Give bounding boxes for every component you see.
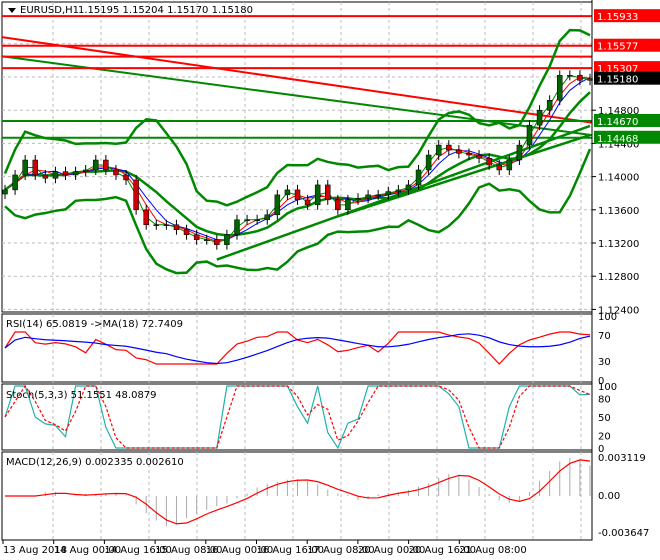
level-tag-label: 1.15933 bbox=[597, 12, 638, 23]
candle bbox=[546, 100, 553, 111]
candle bbox=[294, 189, 301, 201]
level-tag-label: 1.15180 bbox=[597, 75, 638, 86]
price-tick-label: 1.14000 bbox=[598, 173, 639, 184]
candle bbox=[103, 159, 109, 171]
candle bbox=[325, 184, 331, 201]
chart-canvas[interactable]: 1.124001.128001.132001.136001.140001.144… bbox=[0, 0, 660, 560]
candle bbox=[425, 154, 432, 171]
candle bbox=[2, 189, 8, 195]
candle bbox=[52, 171, 59, 179]
macd-tick-label: -0.003647 bbox=[598, 528, 649, 539]
candle bbox=[133, 179, 139, 211]
candle bbox=[526, 124, 533, 146]
candle bbox=[113, 169, 119, 176]
price-tick-label: 1.13600 bbox=[598, 206, 639, 217]
stoch-tick-label: 50 bbox=[598, 413, 611, 424]
candle bbox=[567, 75, 573, 77]
candle bbox=[183, 229, 190, 235]
candle bbox=[72, 171, 79, 176]
candle bbox=[405, 184, 412, 191]
candle bbox=[214, 239, 220, 245]
candle bbox=[516, 144, 523, 161]
candle bbox=[335, 199, 341, 211]
stoch-tick-label: 100 bbox=[598, 382, 617, 393]
candle bbox=[435, 144, 442, 156]
candle bbox=[415, 169, 422, 186]
ma-green bbox=[4, 74, 591, 243]
trendline bbox=[337, 133, 591, 218]
candle bbox=[355, 197, 361, 201]
candle bbox=[234, 219, 240, 235]
candle bbox=[274, 194, 281, 216]
candle bbox=[163, 224, 170, 226]
candle bbox=[476, 154, 482, 159]
candle bbox=[173, 224, 180, 230]
candle bbox=[153, 224, 160, 226]
bollinger-lower bbox=[4, 148, 592, 275]
stoch-tick-label: 20 bbox=[598, 432, 611, 443]
macd-tick-label: 0.003119 bbox=[598, 453, 646, 464]
candle bbox=[22, 159, 28, 176]
stoch-tick-label: 80 bbox=[598, 394, 611, 405]
candle bbox=[203, 239, 210, 241]
candle bbox=[496, 164, 502, 171]
candle bbox=[244, 219, 250, 222]
candle bbox=[577, 75, 583, 81]
rsi-tick-label: 70 bbox=[598, 331, 611, 342]
candle bbox=[32, 159, 39, 176]
indicator-panes bbox=[4, 331, 591, 527]
candle bbox=[143, 209, 149, 225]
dropdown-triangle-icon[interactable] bbox=[8, 8, 16, 13]
trendline bbox=[216, 124, 591, 261]
rsi-line bbox=[4, 331, 591, 365]
price-pane bbox=[1, 15, 593, 275]
level-tag-label: 1.14670 bbox=[597, 117, 638, 128]
chart-window: 1.12400 1.12800 1.13200 1.13600 1.14000 1.144… bbox=[0, 0, 660, 560]
level-tag-label: 1.15577 bbox=[597, 42, 638, 53]
rsi-ma-line bbox=[4, 333, 591, 365]
candle bbox=[304, 199, 311, 206]
candle bbox=[556, 75, 563, 101]
price-tick-label: 1.13200 bbox=[598, 239, 639, 250]
candle bbox=[284, 189, 291, 196]
candle bbox=[385, 191, 392, 196]
price-tick-label: 1.12800 bbox=[598, 272, 639, 283]
candle bbox=[224, 234, 230, 245]
candle bbox=[12, 174, 18, 191]
candle bbox=[375, 194, 381, 197]
candle bbox=[345, 199, 351, 211]
candle bbox=[42, 174, 49, 179]
candle bbox=[193, 234, 200, 240]
candle bbox=[62, 171, 69, 176]
rsi-tick-label: 30 bbox=[598, 357, 611, 368]
candle bbox=[486, 158, 492, 166]
candle bbox=[82, 169, 89, 172]
candle bbox=[395, 189, 402, 192]
candle bbox=[123, 174, 129, 181]
candle bbox=[254, 219, 260, 222]
ohlc-readout: 1.15195 1.15204 1.15170 1.15180 bbox=[78, 5, 253, 16]
candle bbox=[456, 149, 462, 154]
candle bbox=[466, 153, 472, 156]
candle bbox=[446, 144, 452, 151]
candle bbox=[264, 214, 270, 221]
candle bbox=[314, 184, 321, 206]
macd-tick-label: 0.00 bbox=[598, 491, 620, 502]
candle bbox=[506, 159, 513, 171]
rsi-tick-label: 100 bbox=[598, 312, 617, 323]
candle bbox=[536, 109, 543, 126]
ma-red bbox=[4, 76, 591, 242]
stoch-label: Stoch(5,3,3) 51.1551 48.0879 bbox=[6, 390, 157, 401]
time-tick-label: 21 Aug 08:00 bbox=[459, 545, 526, 556]
symbol-label: EURUSD,H1 bbox=[20, 5, 79, 16]
candle bbox=[93, 159, 99, 171]
level-tag-label: 1.14468 bbox=[597, 134, 638, 145]
macd-label: MACD(12,26,9) 0.002335 0.002610 bbox=[6, 457, 184, 468]
rsi-label: RSI(14) 65.0819 ->MA(18) 72.7409 bbox=[6, 319, 183, 330]
candle bbox=[365, 194, 371, 199]
